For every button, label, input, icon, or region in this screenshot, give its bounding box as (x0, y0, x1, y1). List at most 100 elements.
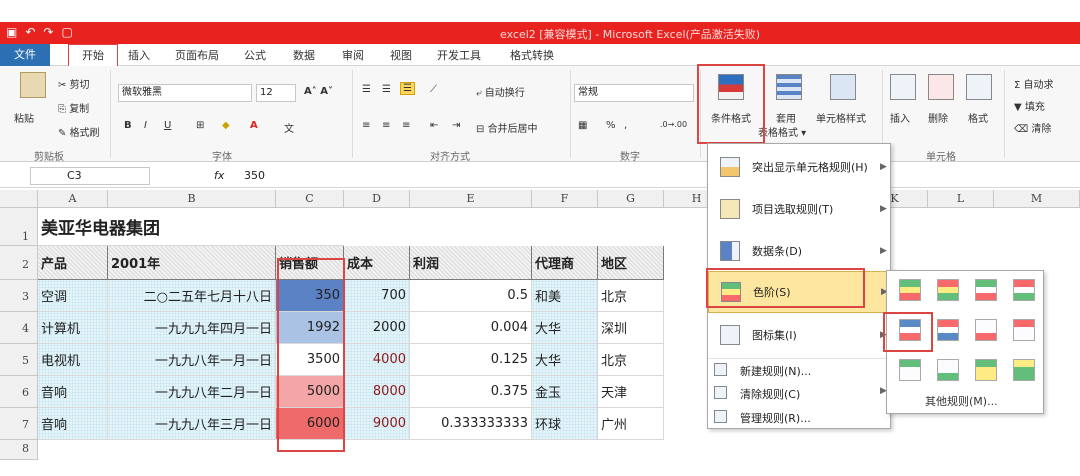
column-header-d[interactable]: D (344, 190, 410, 208)
underline-button[interactable]: U (164, 120, 171, 131)
column-header-c[interactable]: C (276, 190, 344, 208)
delete-cells-button[interactable]: 删除 (928, 110, 948, 125)
fill-color-button[interactable]: ◆ (222, 120, 230, 131)
cell-agent[interactable]: 环球 (532, 408, 598, 440)
tab-format-convert[interactable]: 格式转换 (510, 47, 554, 63)
format-as-table-button-line2[interactable]: 表格格式 ▾ (758, 124, 806, 139)
cell-date[interactable]: 一九九八年一月一日 (108, 344, 276, 376)
cell-agent[interactable]: 大华 (532, 344, 598, 376)
comma-button[interactable]: , (624, 120, 627, 131)
phonetic-button[interactable]: 文 (284, 120, 294, 135)
color-scale-swatch[interactable] (975, 319, 997, 341)
color-scale-swatch[interactable] (937, 319, 959, 341)
format-as-table-button[interactable]: 套用 (776, 110, 796, 125)
column-header-f[interactable]: F (532, 190, 598, 208)
cell-cost[interactable]: 700 (344, 280, 410, 312)
cell-date[interactable]: 二○二五年七月十八日 (108, 280, 276, 312)
font-color-button[interactable]: A (250, 120, 258, 131)
tab-developer[interactable]: 开发工具 (437, 47, 481, 63)
row-header-2[interactable]: 2 (0, 246, 38, 280)
cell-region[interactable]: 北京 (598, 344, 664, 376)
paste-button[interactable]: 粘贴 (14, 110, 34, 125)
column-header-a[interactable]: A (38, 190, 108, 208)
cell-region[interactable]: 广州 (598, 408, 664, 440)
cell-agent[interactable]: 和美 (532, 280, 598, 312)
cell-cost[interactable]: 2000 (344, 312, 410, 344)
column-header-g[interactable]: G (598, 190, 664, 208)
cell-product[interactable]: 电视机 (38, 344, 108, 376)
color-scale-swatch[interactable] (1013, 319, 1035, 341)
menu-clear-rules[interactable]: 清除规则(C) ▶ (708, 382, 890, 404)
delete-cells-icon[interactable] (928, 74, 954, 100)
cell-styles-button[interactable]: 单元格样式 (816, 110, 866, 125)
header-cell-cost[interactable]: 成本 (344, 246, 410, 280)
cell-cost[interactable]: 8000 (344, 376, 410, 408)
redo-icon[interactable]: ↷ (43, 25, 53, 39)
cell-styles-icon[interactable] (830, 74, 856, 100)
autosum-button[interactable]: Σ 自动求 (1014, 76, 1054, 91)
tab-view[interactable]: 视图 (390, 47, 412, 63)
format-cells-icon[interactable] (966, 74, 992, 100)
cell-date[interactable]: 一九九九年四月一日 (108, 312, 276, 344)
increase-decimal-button[interactable]: .0→.00 (660, 120, 687, 129)
paste-icon[interactable] (20, 72, 46, 98)
menu-highlight-cells-rules[interactable]: 突出显示单元格规则(H) ▶ (708, 146, 890, 188)
row-header-5[interactable]: 5 (0, 344, 38, 376)
cell-date[interactable]: 一九九八年三月一日 (108, 408, 276, 440)
cell-region[interactable]: 深圳 (598, 312, 664, 344)
font-size-select[interactable]: 12 (256, 84, 296, 102)
format-as-table-icon[interactable] (776, 74, 802, 100)
menu-top-bottom-rules[interactable]: 项目选取规则(T) ▶ (708, 188, 890, 230)
number-format-select[interactable]: 常规 (574, 84, 694, 102)
menu-manage-rules[interactable]: 管理规则(R)... (708, 406, 890, 428)
cell-product[interactable]: 音响 (38, 376, 108, 408)
color-scale-swatch[interactable] (975, 359, 997, 381)
cell-profit[interactable]: 0.333333333 (410, 408, 532, 440)
cell-profit[interactable]: 0.004 (410, 312, 532, 344)
cell-profit[interactable]: 0.125 (410, 344, 532, 376)
row-header-4[interactable]: 4 (0, 312, 38, 344)
cell-region[interactable]: 天津 (598, 376, 664, 408)
cell-agent[interactable]: 金玉 (532, 376, 598, 408)
tab-review[interactable]: 审阅 (342, 47, 364, 63)
row-header-8[interactable]: 8 (0, 440, 38, 460)
column-header-e[interactable]: E (410, 190, 532, 208)
cell-product[interactable]: 计算机 (38, 312, 108, 344)
color-scale-swatch[interactable] (937, 279, 959, 301)
row-header-7[interactable]: 7 (0, 408, 38, 440)
wrap-text-button[interactable]: ⤶ 自动换行 (476, 84, 525, 99)
name-box[interactable]: C3 (30, 167, 150, 185)
fx-icon[interactable]: fx (214, 169, 224, 182)
column-header-b[interactable]: B (108, 190, 276, 208)
italic-button[interactable]: I (144, 120, 147, 131)
merge-center-button[interactable]: ⊟ 合并后居中 (476, 120, 538, 135)
border-button[interactable]: ⊞ (196, 120, 204, 131)
copy-button[interactable]: ⎘ 复制 (58, 100, 89, 115)
cell-product[interactable]: 音响 (38, 408, 108, 440)
header-cell-product[interactable]: 产品 (38, 246, 108, 280)
cell-cost[interactable]: 9000 (344, 408, 410, 440)
tab-data[interactable]: 数据 (293, 47, 315, 63)
row-header-3[interactable]: 3 (0, 280, 38, 312)
tab-file[interactable]: 文件 (0, 44, 50, 66)
select-all-corner[interactable] (0, 190, 38, 208)
align-right-button[interactable]: ≡ (402, 120, 410, 131)
color-scale-swatch[interactable] (975, 279, 997, 301)
insert-cells-icon[interactable] (890, 74, 916, 100)
font-name-select[interactable]: 微软雅黑 (118, 84, 252, 102)
column-header-l[interactable]: L (928, 190, 994, 208)
cut-button[interactable]: ✂ 剪切 (58, 76, 90, 91)
color-scale-swatch[interactable] (899, 279, 921, 301)
sheet-title[interactable]: 美亚华电器集团 (38, 208, 344, 246)
cell-region[interactable]: 北京 (598, 280, 664, 312)
bold-button[interactable]: B (124, 120, 132, 131)
insert-cells-button[interactable]: 插入 (890, 110, 910, 125)
color-scale-swatch[interactable] (1013, 359, 1035, 381)
menu-icon-sets[interactable]: 图标集(I) ▶ (708, 314, 890, 356)
accounting-format-button[interactable]: ▦ (578, 120, 587, 131)
fill-button[interactable]: ▼ 填充 (1014, 98, 1045, 113)
header-cell-region[interactable]: 地区 (598, 246, 664, 280)
orientation-button[interactable]: ⟋ (430, 84, 437, 95)
clear-button[interactable]: ⌫ 清除 (1014, 120, 1051, 135)
column-header-m[interactable]: M (994, 190, 1080, 208)
